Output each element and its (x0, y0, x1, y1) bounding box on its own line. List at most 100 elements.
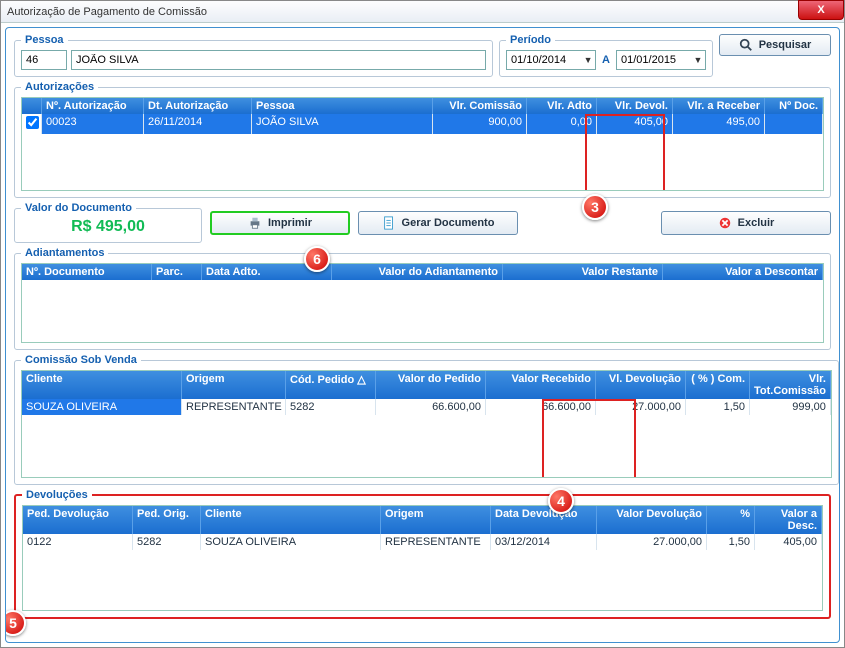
devolucoes-header: Ped. Devolução Ped. Orig. Cliente Origem… (23, 506, 822, 534)
hdr-cod-pedido[interactable]: Cód. Pedido △ (286, 371, 376, 399)
hdr-num-doc[interactable]: Nº Doc. (765, 98, 823, 114)
hdr-valor-desc[interactable]: Valor a Descontar (663, 264, 823, 280)
devolucoes-legend: Devoluções (22, 489, 92, 501)
adiantamentos-body (22, 280, 823, 342)
hdr-pct-com[interactable]: ( % ) Com. (686, 371, 750, 399)
cell-valor-devolucao: 27.000,00 (597, 534, 707, 550)
valor-documento-value: R$ 495,00 (21, 218, 195, 236)
close-icon: X (817, 4, 824, 16)
hdr-valor-recebido[interactable]: Valor Recebido (486, 371, 596, 399)
pesquisar-label: Pesquisar (759, 39, 812, 51)
cell-vlr-devol: 405,00 (597, 114, 673, 134)
table-row[interactable]: 0122 5282 SOUZA OLIVEIRA REPRESENTANTE 0… (23, 534, 822, 550)
pessoa-nome-input[interactable] (71, 50, 486, 70)
adiantamentos-header: Nº. Documento Parc. Data Adto. Valor do … (22, 264, 823, 280)
hdr-pct[interactable]: % (707, 506, 755, 534)
table-row[interactable]: 00023 26/11/2014 JOÃO SILVA 900,00 0,00 … (22, 114, 823, 134)
hdr-origem[interactable]: Origem (182, 371, 286, 399)
row-checkbox[interactable] (26, 116, 39, 129)
valor-documento-legend: Valor do Documento (21, 202, 136, 214)
hdr-data[interactable]: Dt. Autorização (144, 98, 252, 114)
imprimir-button[interactable]: Imprimir (210, 211, 350, 235)
periodo-fim-input[interactable] (617, 51, 691, 69)
hdr-pessoa[interactable]: Pessoa (252, 98, 433, 114)
hdr-valor-adto[interactable]: Valor do Adiantamento (332, 264, 503, 280)
autorizacoes-header: Nº. Autorização Dt. Autorização Pessoa V… (22, 98, 823, 114)
cell-data-devolucao: 03/12/2014 (491, 534, 597, 550)
hdr-vlr-devol[interactable]: Vlr. Devol. (597, 98, 673, 114)
cell-ped-devolucao: 0122 (23, 534, 133, 550)
cell-data: 26/11/2014 (144, 114, 252, 134)
delete-icon (718, 216, 732, 230)
app-window: Autorização de Pagamento de Comissão X 3… (0, 0, 845, 648)
devolucoes-grid: Ped. Devolução Ped. Orig. Cliente Origem… (22, 505, 823, 611)
periodo-separator: A (600, 54, 612, 66)
cell-cliente: SOUZA OLIVEIRA (22, 399, 182, 415)
pessoa-legend: Pessoa (21, 34, 68, 46)
cell-origem: REPRESENTANTE (381, 534, 491, 550)
cell-num-doc (765, 114, 823, 134)
hdr-data-adto[interactable]: Data Adto. (202, 264, 332, 280)
print-icon (248, 216, 262, 230)
periodo-inicio[interactable]: ▼ (506, 50, 596, 70)
hdr-valor-desc[interactable]: Valor a Desc. (755, 506, 822, 534)
cell-pessoa: JOÃO SILVA (252, 114, 433, 134)
hdr-num-doc[interactable]: Nº. Documento (22, 264, 152, 280)
pessoa-codigo-input[interactable] (21, 50, 67, 70)
hdr-cliente[interactable]: Cliente (22, 371, 182, 399)
hdr-valor-pedido[interactable]: Valor do Pedido (376, 371, 486, 399)
imprimir-label: Imprimir (268, 217, 312, 229)
chevron-down-icon[interactable]: ▼ (581, 55, 595, 65)
periodo-inicio-input[interactable] (507, 51, 581, 69)
comissao-sob-venda-legend: Comissão Sob Venda (21, 354, 141, 366)
search-icon (739, 38, 753, 52)
comissao-header: Cliente Origem Cód. Pedido △ Valor do Pe… (22, 371, 831, 399)
cell-valor-pedido: 66.600,00 (376, 399, 486, 415)
cell-vl-devolucao: 27.000,00 (596, 399, 686, 415)
window-title: Autorização de Pagamento de Comissão (7, 6, 207, 18)
pesquisar-button[interactable]: Pesquisar (719, 34, 831, 56)
hdr-vlr-comissao[interactable]: Vlr. Comissão (433, 98, 527, 114)
hdr-check (22, 98, 42, 114)
hdr-cliente[interactable]: Cliente (201, 506, 381, 534)
hdr-ped-devolucao[interactable]: Ped. Devolução (23, 506, 133, 534)
cell-origem: REPRESENTANTE (182, 399, 286, 415)
chevron-down-icon[interactable]: ▼ (691, 55, 705, 65)
window-body: 3 4 5 6 Pessoa Período ▼ A (5, 27, 840, 643)
filter-row: Pessoa Período ▼ A ▼ (14, 34, 831, 77)
cell-ped-orig: 5282 (133, 534, 201, 550)
hdr-vl-devolucao[interactable]: Vl. Devolução (596, 371, 686, 399)
cell-cod-pedido: 5282 (286, 399, 376, 415)
comissao-sob-venda-grid: Cliente Origem Cód. Pedido △ Valor do Pe… (21, 370, 832, 478)
hdr-parc[interactable]: Parc. (152, 264, 202, 280)
periodo-fieldset: Período ▼ A ▼ (499, 34, 713, 77)
hdr-vlr-tot-comissao[interactable]: Vlr. Tot.Comissão (750, 371, 831, 399)
hdr-vlr-receber[interactable]: Vlr. a Receber (673, 98, 765, 114)
cell-valor-desc: 405,00 (755, 534, 822, 550)
hdr-origem[interactable]: Origem (381, 506, 491, 534)
document-value-row: Valor do Documento R$ 495,00 Imprimir Ge… (14, 202, 831, 243)
hdr-data-devolucao[interactable]: Data Devolução (491, 506, 597, 534)
excluir-label: Excluir (738, 217, 775, 229)
hdr-vlr-adto[interactable]: Vlr. Adto (527, 98, 597, 114)
table-row[interactable]: SOUZA OLIVEIRA REPRESENTANTE 5282 66.600… (22, 399, 831, 415)
devolucoes-fieldset: Devoluções Ped. Devolução Ped. Orig. Cli… (14, 489, 831, 619)
cell-pct: 1,50 (707, 534, 755, 550)
periodo-legend: Período (506, 34, 555, 46)
close-button[interactable]: X (798, 0, 844, 20)
gerar-documento-button[interactable]: Gerar Documento (358, 211, 518, 235)
autorizacoes-grid: Nº. Autorização Dt. Autorização Pessoa V… (21, 97, 824, 191)
cell-num: 00023 (42, 114, 144, 134)
hdr-valor-rest[interactable]: Valor Restante (503, 264, 663, 280)
hdr-ped-orig[interactable]: Ped. Orig. (133, 506, 201, 534)
autorizacoes-legend: Autorizações (21, 81, 98, 93)
periodo-fim[interactable]: ▼ (616, 50, 706, 70)
hdr-num[interactable]: Nº. Autorização (42, 98, 144, 114)
adiantamentos-legend: Adiantamentos (21, 247, 108, 259)
cell-cliente: SOUZA OLIVEIRA (201, 534, 381, 550)
cell-vlr-tot-comissao: 999,00 (750, 399, 831, 415)
excluir-button[interactable]: Excluir (661, 211, 831, 235)
gerar-label: Gerar Documento (402, 217, 495, 229)
hdr-valor-devolucao[interactable]: Valor Devolução (597, 506, 707, 534)
adiantamentos-fieldset: Adiantamentos Nº. Documento Parc. Data A… (14, 247, 831, 350)
